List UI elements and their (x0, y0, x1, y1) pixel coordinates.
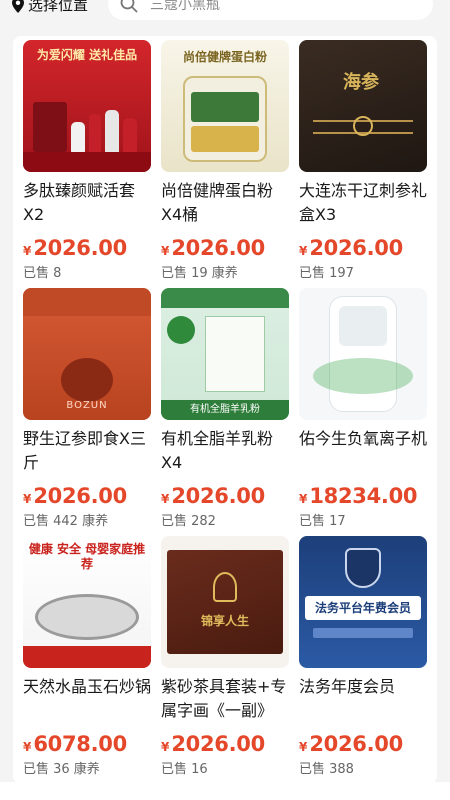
product-image-caption: 健康 安全 母婴家庭推荐 (28, 542, 146, 571)
product-grid: 为爱闪耀 送礼佳品 多肽臻颜赋活套X2 ¥2026.00 已售 8 尚倍健牌蛋白… (13, 36, 437, 784)
currency-symbol: ¥ (23, 492, 32, 506)
product-card[interactable]: 佑今生负氧离子机 ¥18234.00 已售 17 (299, 288, 427, 536)
currency-symbol: ¥ (161, 244, 170, 258)
price-amount: 2026.00 (33, 484, 127, 508)
product-price: ¥2026.00 (161, 732, 289, 756)
product-image (299, 288, 427, 420)
product-image-caption: 尚倍健牌蛋白粉 (182, 50, 267, 64)
app-page: 选择位置 三蔻小黑瓶 为爱闪耀 送礼佳品 多肽臻颜赋活套X2 ¥ 2026.00… (0, 0, 450, 800)
top-bar: 选择位置 三蔻小黑瓶 (0, 0, 450, 34)
product-title: 天然水晶玉石炒锅 (23, 677, 151, 696)
product-price: ¥2026.00 (23, 236, 151, 260)
product-price: ¥2026.00 (23, 484, 151, 508)
sold-count: 已售 282 (161, 514, 216, 529)
product-title: 多肽臻颜赋活套X2 (23, 181, 136, 224)
product-card[interactable]: BOZUN 野生辽参即食X三斤 ¥2026.00 已售 442 康养 (23, 288, 151, 536)
product-row: BOZUN 野生辽参即食X三斤 ¥2026.00 已售 442 康养 有机全脂羊… (23, 288, 427, 536)
product-image: 健康 安全 母婴家庭推荐 (23, 536, 151, 668)
product-image: BOZUN (23, 288, 151, 420)
product-row: 健康 安全 母婴家庭推荐 天然水晶玉石炒锅 ¥6078.00 已售 36 康养 … (23, 536, 427, 784)
product-image-caption: BOZUN (66, 400, 108, 411)
sold-count: 已售 197 (299, 266, 354, 281)
search-bar[interactable]: 三蔻小黑瓶 (108, 0, 433, 20)
product-title: 野生辽参即食X三斤 (23, 429, 146, 472)
sold-count: 已售 8 (23, 266, 62, 281)
price-amount: 2026.00 (33, 236, 127, 260)
location-pin-icon (12, 0, 24, 13)
product-price: ¥6078.00 (23, 732, 151, 756)
currency-symbol: ¥ (161, 740, 170, 754)
product-image: 锦享人生 (161, 536, 289, 668)
product-price: ¥2026.00 (161, 236, 289, 260)
product-title: 法务年度会员 (299, 677, 396, 696)
product-card[interactable]: 有机全脂羊乳粉 有机全脂羊乳粉X4 ¥2026.00 已售 282 (161, 288, 289, 536)
sold-count: 已售 16 (161, 762, 208, 777)
currency-symbol: ¥ (23, 740, 32, 754)
sold-count: 已售 17 (299, 514, 346, 529)
product-card[interactable]: 尚倍健牌蛋白粉 尚倍健牌蛋白粉X4桶 ¥2026.00 已售 19 康养 (161, 40, 289, 288)
product-image-caption: 有机全脂羊乳粉 (161, 400, 289, 420)
sold-count: 已售 442 康养 (23, 514, 109, 529)
price-amount: 2026.00 (171, 484, 265, 508)
product-price: ¥2026.00 (299, 732, 427, 756)
search-placeholder: 三蔻小黑瓶 (150, 0, 220, 13)
price-amount: 18234.00 (309, 484, 418, 508)
product-image-caption: 法务平台年费会员 (305, 596, 421, 620)
price-amount: 6078.00 (33, 732, 127, 756)
price-amount: 2026.00 (309, 236, 403, 260)
price-amount: 2026.00 (171, 236, 265, 260)
next-row-peek (0, 782, 450, 800)
currency-symbol: ¥ (23, 244, 32, 258)
product-card[interactable]: 锦享人生 紫砂茶具套装+专属字画《一副》 ¥2026.00 已售 16 (161, 536, 289, 784)
currency-symbol: ¥ (299, 244, 308, 258)
product-image: 为爱闪耀 送礼佳品 (23, 40, 151, 172)
product-title: 有机全脂羊乳粉X4 (161, 429, 274, 472)
price-amount: 2026.00 (171, 732, 265, 756)
product-card[interactable]: 海参 大连冻干辽刺参礼盒X3 ¥2026.00 已售 197 (299, 40, 427, 288)
location-selector[interactable]: 选择位置 (12, 0, 88, 15)
product-image: 法务平台年费会员 (299, 536, 427, 668)
product-card[interactable]: 健康 安全 母婴家庭推荐 天然水晶玉石炒锅 ¥6078.00 已售 36 康养 (23, 536, 151, 784)
currency-symbol: ¥ (161, 492, 170, 506)
product-image: 尚倍健牌蛋白粉 (161, 40, 289, 172)
location-label: 选择位置 (28, 0, 89, 14)
product-title: 佑今生负氧离子机 (299, 429, 427, 448)
product-image: 海参 (299, 40, 427, 172)
product-image-caption: 锦享人生 (200, 614, 249, 628)
product-image: 有机全脂羊乳粉 (161, 288, 289, 420)
product-card[interactable]: 法务平台年费会员 法务年度会员 ¥2026.00 已售 388 (299, 536, 427, 784)
product-title: 大连冻干辽刺参礼盒X3 (299, 181, 427, 224)
price-amount: 2026.00 (309, 732, 403, 756)
sold-count: 已售 19 康养 (161, 266, 238, 281)
sold-count: 已售 36 康养 (23, 762, 100, 777)
product-title: 紫砂茶具套装+专属字画《一副》 (161, 677, 287, 720)
search-icon (120, 0, 138, 13)
product-card[interactable]: 为爱闪耀 送礼佳品 多肽臻颜赋活套X2 ¥2026.00 已售 8 (23, 40, 151, 288)
product-price: ¥2026.00 (161, 484, 289, 508)
currency-symbol: ¥ (299, 740, 308, 754)
product-title: 尚倍健牌蛋白粉X4桶 (161, 181, 274, 224)
sold-count: 已售 388 (299, 762, 354, 777)
product-image-caption: 为爱闪耀 送礼佳品 (36, 48, 138, 62)
product-image-caption: 海参 (343, 72, 379, 93)
product-price: ¥18234.00 (299, 484, 427, 508)
product-price: ¥2026.00 (299, 236, 427, 260)
currency-symbol: ¥ (299, 492, 308, 506)
product-row: 为爱闪耀 送礼佳品 多肽臻颜赋活套X2 ¥2026.00 已售 8 尚倍健牌蛋白… (23, 40, 427, 288)
